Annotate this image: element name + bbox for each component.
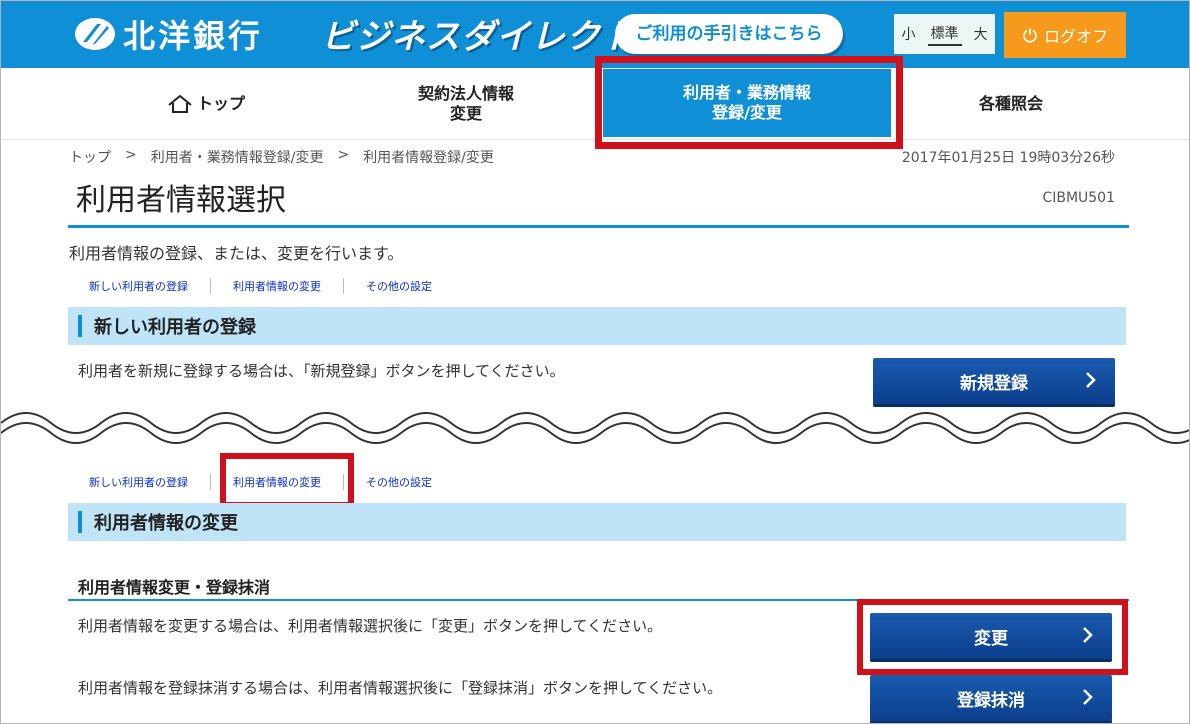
home-icon [168, 94, 192, 113]
page-title: 利用者情報選択 [76, 183, 286, 218]
breadcrumb-current: 利用者情報登録/変更 [363, 150, 494, 166]
title-divider [68, 225, 1129, 228]
font-size-small[interactable]: 小 [899, 24, 919, 44]
delete-registration-label: 登録抹消 [957, 690, 1025, 711]
section-marker [78, 511, 82, 533]
highlight-anchor-change-user [220, 453, 354, 508]
anchor-link-new-user[interactable]: 新しい利用者の登録 [89, 474, 188, 490]
page-break-wave [1, 412, 1189, 449]
section-header-change-user: 利用者情報の変更 [68, 503, 1126, 541]
highlight-nav-user-info [595, 56, 903, 149]
font-size-standard[interactable]: 標準 [927, 23, 962, 46]
intro-text: 利用者情報の登録、または、変更を行います。 [69, 244, 404, 263]
font-size-switcher: 小 標準 大 [894, 14, 995, 54]
screen-frame: 北洋銀行 ビジネスダイレクト ご利用の手引きはこちら 小 標準 大 ログオフ ト… [0, 0, 1190, 724]
anchor-links: 新しい利用者の登録 利用者情報の変更 その他の設定 [89, 278, 432, 294]
delete-description: 利用者情報を登録抹消する場合は、利用者情報選択後に「登録抹消」ボタンを押してくだ… [78, 679, 723, 697]
logoff-label: ログオフ [1043, 27, 1108, 46]
breadcrumb-user-business[interactable]: 利用者・業務情報登録/変更 [151, 147, 324, 167]
section-header-new-user: 新しい利用者の登録 [68, 307, 1126, 345]
section-marker [78, 315, 82, 337]
delete-registration-button[interactable]: 登録抹消 [870, 675, 1112, 721]
change-description: 利用者情報を変更する場合は、利用者情報選択後に「変更」ボタンを押してください。 [78, 617, 663, 635]
anchor-link-other-settings[interactable]: その他の設定 [366, 278, 432, 294]
guide-button[interactable]: ご利用の手引きはこちら [615, 14, 843, 54]
section-title-new-user: 新しい利用者の登録 [94, 317, 256, 338]
breadcrumb-top[interactable]: トップ [69, 147, 111, 167]
new-registration-button[interactable]: 新規登録 [873, 358, 1115, 404]
nav-contract-line1: 契約法人情報 [417, 84, 514, 103]
nav-inquiry-label: 各種照会 [978, 94, 1043, 113]
font-size-large[interactable]: 大 [971, 24, 991, 44]
nav-contract-line2: 変更 [449, 104, 482, 123]
anchor-link-other-settings[interactable]: その他の設定 [366, 474, 432, 490]
nav-item-inquiry[interactable]: 各種照会 [916, 68, 1106, 140]
new-user-description: 利用者を新規に登録する場合は、「新規登録」ボタンを押してください。 [78, 362, 565, 380]
anchor-link-new-user[interactable]: 新しい利用者の登録 [89, 278, 188, 294]
anchor-link-change-user[interactable]: 利用者情報の変更 [233, 278, 321, 294]
breadcrumb-separator: > [125, 147, 137, 163]
chevron-right-icon [1086, 372, 1096, 388]
power-icon [1023, 28, 1037, 43]
bank-logo-icon [75, 18, 115, 50]
nav-item-contract[interactable]: 契約法人情報 変更 [371, 68, 561, 140]
anchor-separator [343, 278, 344, 294]
highlight-change-button [857, 599, 1128, 675]
chevron-right-icon [1083, 689, 1093, 705]
nav-top-label: トップ [196, 94, 245, 113]
anchor-separator [210, 278, 211, 294]
timestamp: 2017年01月25日 19時03分26秒 [901, 150, 1115, 166]
screen-id: CIBMU501 [1042, 190, 1115, 206]
breadcrumb: トップ > 利用者・業務情報登録/変更 > 利用者情報登録/変更 [69, 147, 494, 167]
new-registration-label: 新規登録 [960, 373, 1028, 394]
subheading-change-delete: 利用者情報変更・登録抹消 [78, 578, 271, 597]
bank-logo[interactable]: 北洋銀行 [73, 11, 263, 57]
section-title-change-user: 利用者情報の変更 [94, 513, 238, 534]
breadcrumb-separator: > [337, 147, 350, 163]
bank-name: 北洋銀行 [123, 17, 264, 55]
anchor-separator [210, 474, 211, 490]
service-name: ビジネスダイレクト [321, 17, 636, 57]
logoff-button[interactable]: ログオフ [1004, 12, 1126, 58]
nav-item-top[interactable]: トップ [111, 68, 301, 140]
